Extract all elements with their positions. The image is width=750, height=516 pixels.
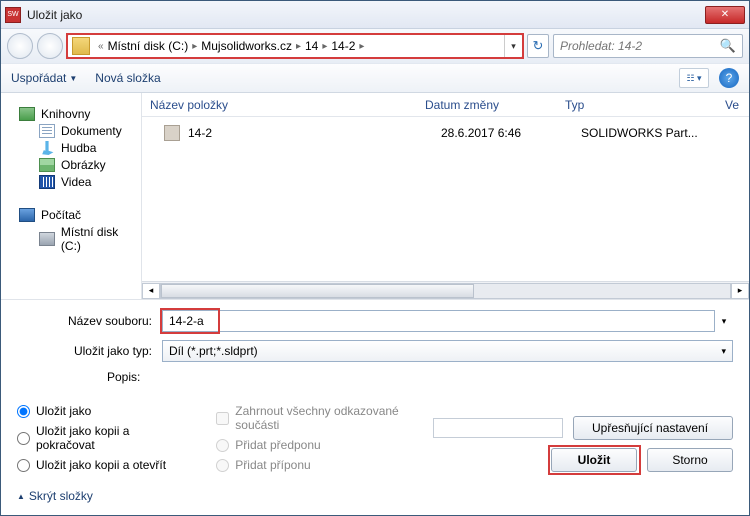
col-date[interactable]: Datum změny [425, 98, 565, 112]
column-headers: Název položky Datum změny Typ Ve [142, 93, 749, 117]
window-title: Uložit jako [27, 8, 705, 22]
search-input[interactable] [560, 39, 720, 53]
description-label: Popis: [17, 370, 162, 384]
new-folder-button[interactable]: Nová složka [95, 71, 160, 85]
libraries-icon [19, 107, 35, 121]
file-type: SOLIDWORKS Part... [581, 126, 741, 140]
file-name: 14-2 [188, 126, 441, 140]
col-name[interactable]: Název položky [150, 98, 425, 112]
advanced-settings-button[interactable]: Upřesňující nastavení [573, 416, 733, 440]
crumb-prefix: « [94, 41, 108, 52]
radio-copy-continue[interactable]: Uložit jako kopii a pokračovat [17, 424, 166, 452]
sidebar-item-music[interactable]: Hudba [39, 141, 141, 155]
scroll-thumb[interactable] [161, 284, 474, 298]
sidebar-item-videos[interactable]: Videa [39, 175, 141, 189]
chevron-right-icon: ▸ [292, 41, 305, 52]
search-box[interactable]: 🔍 [553, 34, 743, 58]
search-icon: 🔍 [720, 38, 736, 54]
chevron-right-icon: ▸ [188, 41, 201, 52]
file-date: 28.6.2017 6:46 [441, 126, 581, 140]
radio-add-suffix: Přidat příponu [216, 458, 413, 472]
save-button[interactable]: Uložit [551, 448, 637, 472]
radio-copy-open[interactable]: Uložit jako kopii a otevřít [17, 458, 166, 472]
sidebar-item-pictures[interactable]: Obrázky [39, 158, 141, 172]
refresh-button[interactable]: ↻ [527, 34, 549, 58]
scroll-track[interactable] [160, 283, 731, 299]
computer-icon [19, 208, 35, 222]
titlebar: SW Uložit jako ✕ [1, 1, 749, 29]
file-area: Název položky Datum změny Typ Ve 14-2 28… [142, 93, 749, 299]
col-type[interactable]: Typ [565, 98, 725, 112]
save-as-dialog: SW Uložit jako ✕ « Místní disk (C:) ▸ Mu… [0, 0, 750, 516]
cancel-button[interactable]: Storno [647, 448, 733, 472]
filename-dropdown[interactable]: ▾ [715, 316, 733, 327]
filetype-label: Uložit jako typ: [17, 344, 162, 358]
chevron-up-icon: ▲ [17, 492, 25, 501]
app-icon: SW [5, 7, 21, 23]
close-button[interactable]: ✕ [705, 6, 745, 24]
body: Knihovny Dokumenty Hudba Obrázky Videa P… [1, 93, 749, 299]
filename-input[interactable] [162, 310, 715, 332]
file-row[interactable]: 14-2 28.6.2017 6:46 SOLIDWORKS Part... [150, 123, 741, 143]
organize-menu[interactable]: Uspořádat▼ [11, 71, 77, 85]
options-area: Uložit jako Uložit jako kopii a pokračov… [1, 398, 749, 482]
chevron-right-icon: ▸ [318, 41, 331, 52]
checkbox-include-refs[interactable]: Zahrnout všechny odkazované součásti [216, 404, 413, 432]
forward-button[interactable] [37, 33, 63, 59]
toolbar: Uspořádat▼ Nová složka ☷ ▾ ? [1, 63, 749, 93]
col-size[interactable]: Ve [725, 98, 739, 112]
help-button[interactable]: ? [719, 68, 739, 88]
view-options-button[interactable]: ☷ ▾ [679, 68, 709, 88]
horizontal-scrollbar[interactable]: ◂ ▸ [142, 281, 749, 299]
crumb-folder-2[interactable]: 14 [305, 39, 318, 53]
breadcrumb[interactable]: « Místní disk (C:) ▸ Mujsolidworks.cz ▸ … [67, 34, 523, 58]
address-bar: « Místní disk (C:) ▸ Mujsolidworks.cz ▸ … [1, 29, 749, 63]
scroll-right-button[interactable]: ▸ [731, 283, 749, 299]
scroll-left-button[interactable]: ◂ [142, 283, 160, 299]
crumb-drive[interactable]: Místní disk (C:) [108, 39, 189, 53]
form-area: Název souboru: ▾ Uložit jako typ: Díl (*… [1, 299, 749, 398]
filename-label: Název souboru: [17, 314, 162, 328]
filetype-combo[interactable]: Díl (*.prt;*.sldprt)▾ [162, 340, 733, 362]
sidebar-item-documents[interactable]: Dokumenty [39, 124, 141, 138]
sidebar-group-computer[interactable]: Počítač [19, 208, 141, 222]
radio-add-prefix: Přidat předponu [216, 438, 413, 452]
sidebar: Knihovny Dokumenty Hudba Obrázky Videa P… [1, 93, 142, 299]
file-list: 14-2 28.6.2017 6:46 SOLIDWORKS Part... [142, 117, 749, 281]
crumb-folder-1[interactable]: Mujsolidworks.cz [201, 39, 292, 53]
sidebar-item-localdisk[interactable]: Místní disk (C:) [39, 225, 141, 253]
radio-saveas[interactable]: Uložit jako [17, 404, 166, 418]
music-icon [39, 141, 55, 155]
chevron-down-icon: ▾ [721, 346, 726, 357]
chevron-right-icon: ▸ [355, 41, 368, 52]
part-file-icon [164, 125, 180, 141]
back-button[interactable] [7, 33, 33, 59]
sidebar-group-libraries[interactable]: Knihovny [19, 107, 141, 121]
crumb-folder-3[interactable]: 14-2 [331, 39, 355, 53]
hide-folders-link[interactable]: ▲Skrýt složky [17, 489, 93, 503]
document-icon [39, 124, 55, 138]
prefix-suffix-input [433, 418, 563, 438]
disk-icon [39, 232, 55, 246]
path-dropdown[interactable]: ▾ [504, 35, 522, 57]
chevron-down-icon: ▼ [69, 74, 77, 83]
folder-icon [72, 37, 90, 55]
videos-icon [39, 175, 55, 189]
pictures-icon [39, 158, 55, 172]
